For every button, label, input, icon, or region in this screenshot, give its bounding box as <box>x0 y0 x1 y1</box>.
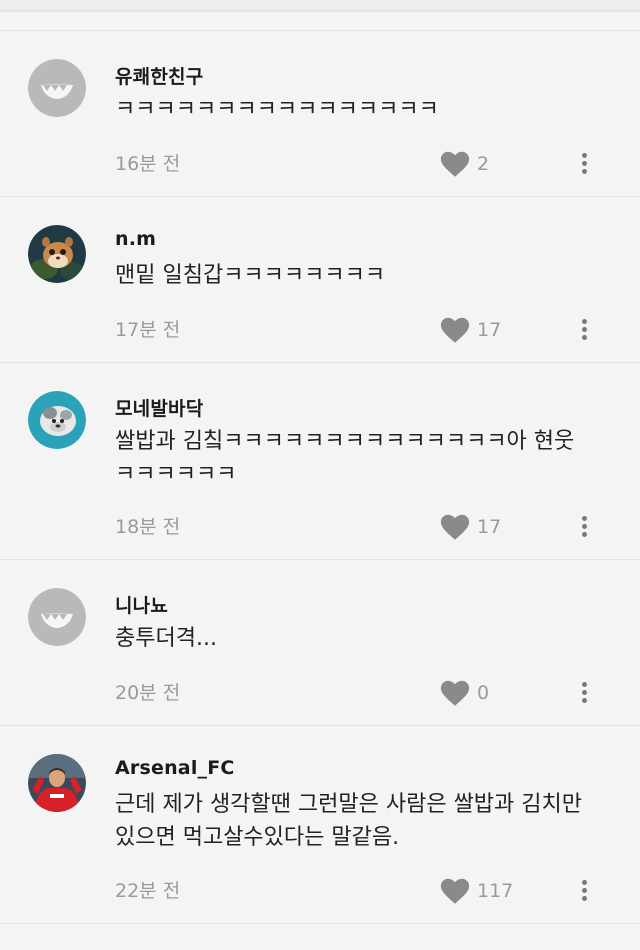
avatar-chipmunk[interactable] <box>28 225 86 283</box>
more-dot-icon <box>581 524 587 529</box>
comment-timestamp: 17분 전 <box>115 319 181 341</box>
like-button[interactable]: 117 <box>440 877 513 905</box>
more-dot-icon <box>581 516 587 521</box>
more-options-button[interactable] <box>574 513 594 543</box>
football-player-avatar-icon <box>28 754 86 812</box>
comment-username[interactable]: 니나뇨 <box>115 591 168 618</box>
comment-text: 근데 제가 생각할땐 그런말은 사람은 쌀밥과 김치만있으면 먹고살수있다는 말… <box>115 792 583 850</box>
more-dot-icon <box>581 690 587 695</box>
more-options-button[interactable] <box>574 150 594 180</box>
like-count: 17 <box>477 516 502 538</box>
more-dot-icon <box>581 161 587 166</box>
heart-icon <box>440 514 470 540</box>
avatar-default[interactable] <box>28 588 86 646</box>
like-count: 0 <box>477 682 490 704</box>
more-dot-icon <box>581 335 587 340</box>
more-dot-icon <box>581 888 587 893</box>
comment-username[interactable]: 모네발바닥 <box>115 394 203 421</box>
more-dot-icon <box>581 698 587 703</box>
like-count: 117 <box>477 880 514 902</box>
comment-timestamp: 20분 전 <box>115 682 181 704</box>
comment-username[interactable]: 유쾌한친구 <box>115 62 203 89</box>
more-dot-icon <box>581 896 587 901</box>
heart-icon <box>440 680 470 706</box>
comment-username[interactable]: Arsenal_FC <box>115 757 235 779</box>
dog-avatar-icon <box>28 391 86 449</box>
more-dot-icon <box>581 532 587 537</box>
comment-text: 충투더격... <box>115 626 217 651</box>
comment-text: 맨밑 일침갑ㅋㅋㅋㅋㅋㅋㅋㅋ <box>115 263 386 288</box>
comment-item: 니나뇨 충투더격... 20분 전 0 <box>0 560 640 726</box>
comment-text: ㅋㅋㅋㅋㅋㅋㅋㅋㅋㅋㅋㅋㅋㅋㅋㅋ <box>115 97 439 122</box>
like-count: 2 <box>477 153 490 175</box>
avatar-default[interactable] <box>28 59 86 117</box>
comment-text: 쌀밥과 김칰ㅋㅋㅋㅋㅋㅋㅋㅋㅋㅋㅋㅋㅋㅋ아 현웃ㅋㅋㅋㅋㅋㅋ <box>115 429 575 487</box>
more-dot-icon <box>581 319 587 324</box>
comment-timestamp: 16분 전 <box>115 153 181 175</box>
comment-item: n.m 맨밑 일침갑ㅋㅋㅋㅋㅋㅋㅋㅋ 17분 전 17 <box>0 197 640 363</box>
comment-timestamp: 18분 전 <box>115 516 181 538</box>
heart-icon <box>440 317 470 343</box>
more-dot-icon <box>581 327 587 332</box>
chipmunk-avatar-icon <box>28 225 86 283</box>
like-count: 17 <box>477 319 502 341</box>
more-options-button[interactable] <box>574 316 594 346</box>
like-button[interactable]: 17 <box>440 513 501 541</box>
comment-item: 모네발바닥 쌀밥과 김칰ㅋㅋㅋㅋㅋㅋㅋㅋㅋㅋㅋㅋㅋㅋ아 현웃ㅋㅋㅋㅋㅋㅋ 18분… <box>0 363 640 560</box>
more-options-button[interactable] <box>574 877 594 907</box>
comment-list: 유쾌한친구 ㅋㅋㅋㅋㅋㅋㅋㅋㅋㅋㅋㅋㅋㅋㅋㅋ 16분 전 2 n.m 맨밑 일침… <box>0 30 640 924</box>
comment-timestamp: 22분 전 <box>115 880 181 902</box>
comment-item: Arsenal_FC 근데 제가 생각할땐 그런말은 사람은 쌀밥과 김치만있으… <box>0 726 640 924</box>
comment-item: 유쾌한친구 ㅋㅋㅋㅋㅋㅋㅋㅋㅋㅋㅋㅋㅋㅋㅋㅋ 16분 전 2 <box>0 31 640 197</box>
top-strip <box>0 0 640 11</box>
comment-username[interactable]: n.m <box>115 228 156 250</box>
heart-icon <box>440 878 470 904</box>
default-face-icon <box>28 59 86 117</box>
more-options-button[interactable] <box>574 679 594 709</box>
more-dot-icon <box>581 880 587 885</box>
more-dot-icon <box>581 169 587 174</box>
more-dot-icon <box>581 682 587 687</box>
avatar-dog[interactable] <box>28 391 86 449</box>
avatar-football-player[interactable] <box>28 754 86 812</box>
like-button[interactable]: 17 <box>440 316 501 344</box>
more-dot-icon <box>581 153 587 158</box>
heart-icon <box>440 151 470 177</box>
like-button[interactable]: 2 <box>440 150 489 178</box>
like-button[interactable]: 0 <box>440 679 489 707</box>
default-face-icon <box>28 588 86 646</box>
